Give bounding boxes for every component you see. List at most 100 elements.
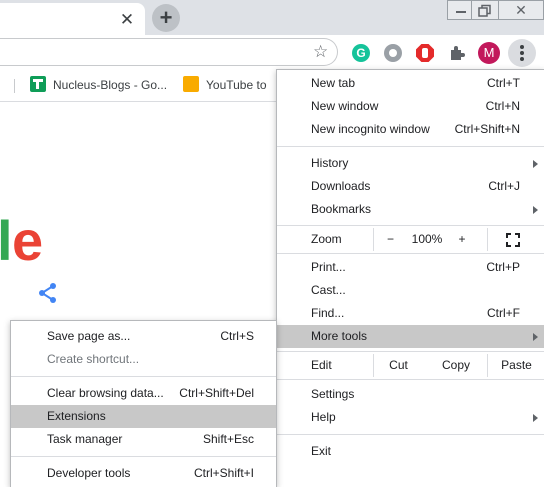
extension-icon[interactable] bbox=[384, 44, 402, 62]
menu-item-label: Create shortcut... bbox=[47, 352, 140, 366]
menu-item-create-shortcut[interactable]: Create shortcut... bbox=[11, 348, 276, 371]
menu-item-label: New tab bbox=[311, 76, 356, 90]
adblock-extension-icon[interactable] bbox=[416, 44, 434, 62]
fullscreen-icon bbox=[506, 233, 520, 247]
new-tab-button[interactable]: + bbox=[152, 4, 180, 32]
bookmark-youtube[interactable]: YouTube to bbox=[183, 75, 267, 95]
menu-separator bbox=[277, 225, 544, 226]
bookmark-separator bbox=[14, 79, 15, 93]
menu-separator bbox=[11, 456, 276, 457]
profile-avatar[interactable]: M bbox=[478, 42, 500, 64]
menu-item-label: Zoom bbox=[311, 232, 342, 246]
active-tab[interactable]: ✕ bbox=[0, 3, 145, 35]
menu-item-new-tab[interactable]: New tab Ctrl+T bbox=[277, 72, 544, 95]
menu-item-help[interactable]: Help bbox=[277, 406, 544, 429]
menu-item-label: Downloads bbox=[311, 179, 371, 193]
menu-item-shortcut: Ctrl+Shift+I bbox=[193, 466, 254, 480]
tab-strip: ✕ + ✕ bbox=[0, 0, 544, 35]
restore-icon bbox=[478, 4, 491, 17]
close-tab-icon[interactable]: ✕ bbox=[118, 11, 136, 29]
submenu-arrow-icon bbox=[533, 333, 538, 341]
menu-separator bbox=[277, 351, 544, 352]
menu-item-find[interactable]: Find... Ctrl+F bbox=[277, 302, 544, 325]
menu-item-settings[interactable]: Settings bbox=[277, 383, 544, 406]
toolbar: ☆ G M bbox=[0, 35, 544, 69]
menu-item-label: New window bbox=[311, 99, 379, 113]
menu-item-shortcut: Ctrl+J bbox=[488, 179, 520, 193]
chrome-main-menu: New tab Ctrl+T New window Ctrl+N New inc… bbox=[276, 69, 544, 487]
menu-item-label: Extensions bbox=[47, 409, 106, 423]
menu-item-cast[interactable]: Cast... bbox=[277, 279, 544, 302]
menu-item-label: Edit bbox=[311, 358, 332, 372]
google-logo-fragment: e bbox=[12, 209, 44, 272]
address-bar[interactable] bbox=[0, 38, 338, 66]
menu-item-bookmarks[interactable]: Bookmarks bbox=[277, 198, 544, 221]
menu-item-label: History bbox=[311, 156, 349, 170]
menu-item-label: Developer tools bbox=[47, 466, 131, 480]
menu-item-developer-tools[interactable]: Developer tools Ctrl+Shift+I bbox=[11, 462, 276, 485]
copy-button[interactable]: Copy bbox=[433, 354, 479, 377]
menu-item-label: Find... bbox=[311, 306, 345, 320]
dot-icon bbox=[520, 51, 524, 55]
menu-row-edit: Edit Cut Copy Paste bbox=[277, 354, 544, 377]
menu-item-label: Print... bbox=[311, 260, 346, 274]
menu-item-label: Settings bbox=[311, 387, 355, 401]
submenu-arrow-icon bbox=[533, 206, 538, 214]
menu-row-zoom: Zoom − 100% + bbox=[277, 228, 544, 251]
zoom-level: 100% bbox=[411, 232, 443, 246]
menu-item-shortcut: Ctrl+Shift+Del bbox=[179, 386, 254, 400]
menu-item-downloads[interactable]: Downloads Ctrl+J bbox=[277, 175, 544, 198]
dot-icon bbox=[520, 57, 524, 61]
close-icon: ✕ bbox=[515, 2, 527, 18]
cut-button[interactable]: Cut bbox=[373, 354, 423, 377]
menu-separator bbox=[11, 376, 276, 377]
menu-item-label: New incognito window bbox=[311, 122, 430, 136]
menu-separator bbox=[277, 146, 544, 147]
bookmark-label: YouTube to bbox=[206, 78, 267, 92]
bookmark-star-icon[interactable]: ☆ bbox=[313, 43, 328, 60]
menu-item-extensions[interactable]: Extensions bbox=[11, 405, 276, 428]
menu-item-print[interactable]: Print... Ctrl+P bbox=[277, 256, 544, 279]
menu-item-shortcut: Ctrl+S bbox=[220, 329, 254, 343]
google-logo-fragment: l bbox=[0, 209, 13, 272]
menu-item-save-page[interactable]: Save page as... Ctrl+S bbox=[11, 325, 276, 348]
menu-item-label: Exit bbox=[311, 444, 332, 458]
menu-item-shortcut: Ctrl+F bbox=[487, 306, 520, 320]
menu-item-exit[interactable]: Exit bbox=[277, 440, 544, 463]
browser-window: ✕ + ✕ ☆ G M Nucleus-Blogs - Go... YouTub… bbox=[0, 0, 544, 487]
more-tools-submenu: Save page as... Ctrl+S Create shortcut..… bbox=[10, 320, 277, 487]
dot-icon bbox=[520, 45, 524, 49]
menu-item-shortcut: Ctrl+T bbox=[487, 76, 520, 90]
chrome-menu-button[interactable] bbox=[508, 39, 536, 67]
menu-item-label: Cast... bbox=[311, 283, 346, 297]
paste-button[interactable]: Paste bbox=[487, 354, 544, 377]
restore-button[interactable] bbox=[471, 0, 499, 20]
google-sheets-icon bbox=[30, 76, 46, 92]
fullscreen-button[interactable] bbox=[487, 228, 544, 251]
menu-item-more-tools[interactable]: More tools bbox=[277, 325, 544, 348]
menu-item-label: More tools bbox=[311, 329, 368, 343]
menu-item-new-window[interactable]: New window Ctrl+N bbox=[277, 95, 544, 118]
menu-item-label: Help bbox=[311, 410, 336, 424]
menu-item-label: Save page as... bbox=[47, 329, 131, 343]
menu-item-new-incognito-window[interactable]: New incognito window Ctrl+Shift+N bbox=[277, 118, 544, 141]
share-icon[interactable] bbox=[37, 282, 59, 304]
submenu-arrow-icon bbox=[533, 160, 538, 168]
bookmark-nucleus-blogs[interactable]: Nucleus-Blogs - Go... bbox=[30, 75, 167, 95]
menu-item-label: Task manager bbox=[47, 432, 123, 446]
menu-separator bbox=[277, 253, 544, 254]
menu-item-shortcut: Ctrl+Shift+N bbox=[454, 122, 520, 136]
menu-item-clear-browsing-data[interactable]: Clear browsing data... Ctrl+Shift+Del bbox=[11, 382, 276, 405]
zoom-in-button[interactable]: + bbox=[447, 228, 477, 251]
extensions-puzzle-icon[interactable] bbox=[448, 44, 466, 62]
menu-item-task-manager[interactable]: Task manager Shift+Esc bbox=[11, 428, 276, 451]
menu-separator bbox=[277, 434, 544, 435]
grammarly-extension-icon[interactable]: G bbox=[352, 44, 370, 62]
menu-item-shortcut: Shift+Esc bbox=[202, 432, 254, 446]
bookmark-label: Nucleus-Blogs - Go... bbox=[53, 78, 168, 92]
youtube-converter-icon bbox=[183, 76, 199, 92]
menu-item-shortcut: Ctrl+P bbox=[486, 260, 520, 274]
menu-item-history[interactable]: History bbox=[277, 152, 544, 175]
close-window-button[interactable]: ✕ bbox=[498, 0, 544, 20]
zoom-out-button[interactable]: − bbox=[373, 228, 407, 251]
